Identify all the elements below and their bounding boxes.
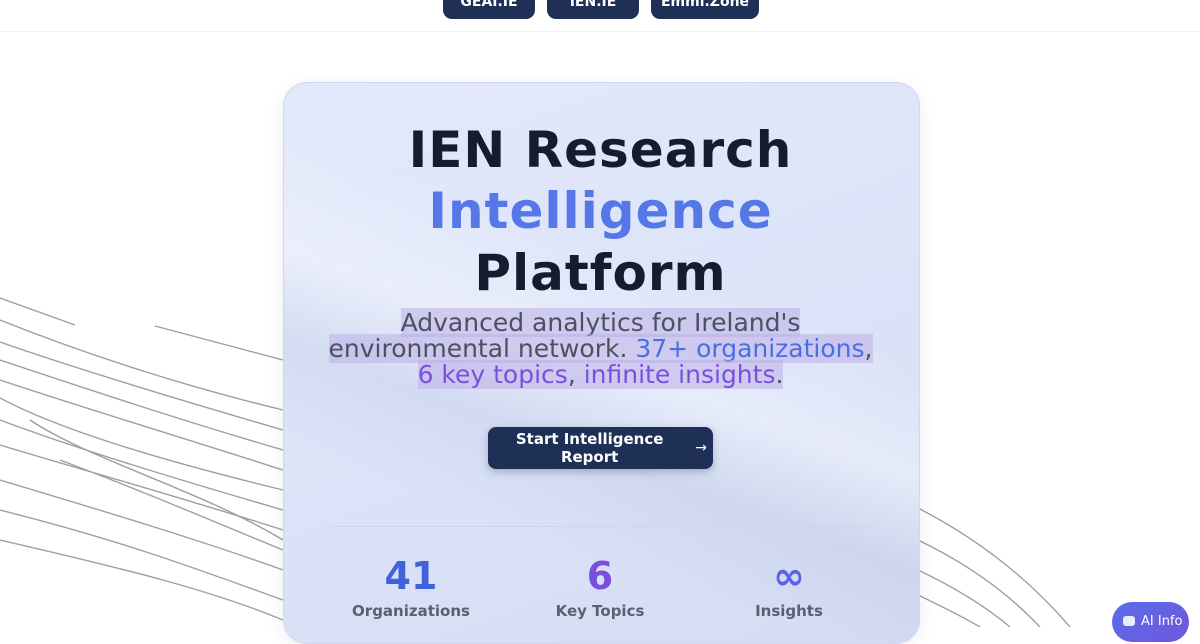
stats-divider xyxy=(330,526,871,527)
stat-label: Key Topics xyxy=(555,602,645,620)
stat-value: 41 xyxy=(384,554,438,598)
stat-insights: ∞ Insights xyxy=(699,554,879,620)
robot-icon xyxy=(1123,616,1135,626)
top-tabs: GEAI.IE IEN.IE Emmi.Zone xyxy=(443,0,759,19)
stat-organizations: 41 Organizations xyxy=(321,554,501,620)
stat-value: 6 xyxy=(586,554,614,598)
stat-label: Insights xyxy=(755,602,823,620)
stat-value: ∞ xyxy=(773,554,805,598)
card-content: Start Intelligence Report → 41 Organizat… xyxy=(283,82,918,627)
tab-geai[interactable]: GEAI.IE xyxy=(443,0,535,19)
tab-ien-label: IEN.IE xyxy=(569,0,617,10)
tab-emmi-zone-label: Emmi.Zone xyxy=(660,0,750,10)
arrow-right-icon: → xyxy=(695,440,707,456)
start-intelligence-report-button[interactable]: Start Intelligence Report → xyxy=(488,427,713,469)
tab-geai-label: GEAI.IE xyxy=(460,0,518,10)
cta-label: Start Intelligence Report xyxy=(515,430,664,466)
ai-info-button[interactable]: AI Info xyxy=(1112,602,1189,642)
tab-emmi-zone[interactable]: Emmi.Zone xyxy=(651,0,759,19)
tab-ien[interactable]: IEN.IE xyxy=(547,0,639,19)
stat-label: Organizations xyxy=(352,602,470,620)
stat-key-topics: 6 Key Topics xyxy=(510,554,690,620)
top-navigation-bar: GEAI.IE IEN.IE Emmi.Zone xyxy=(0,0,1200,32)
